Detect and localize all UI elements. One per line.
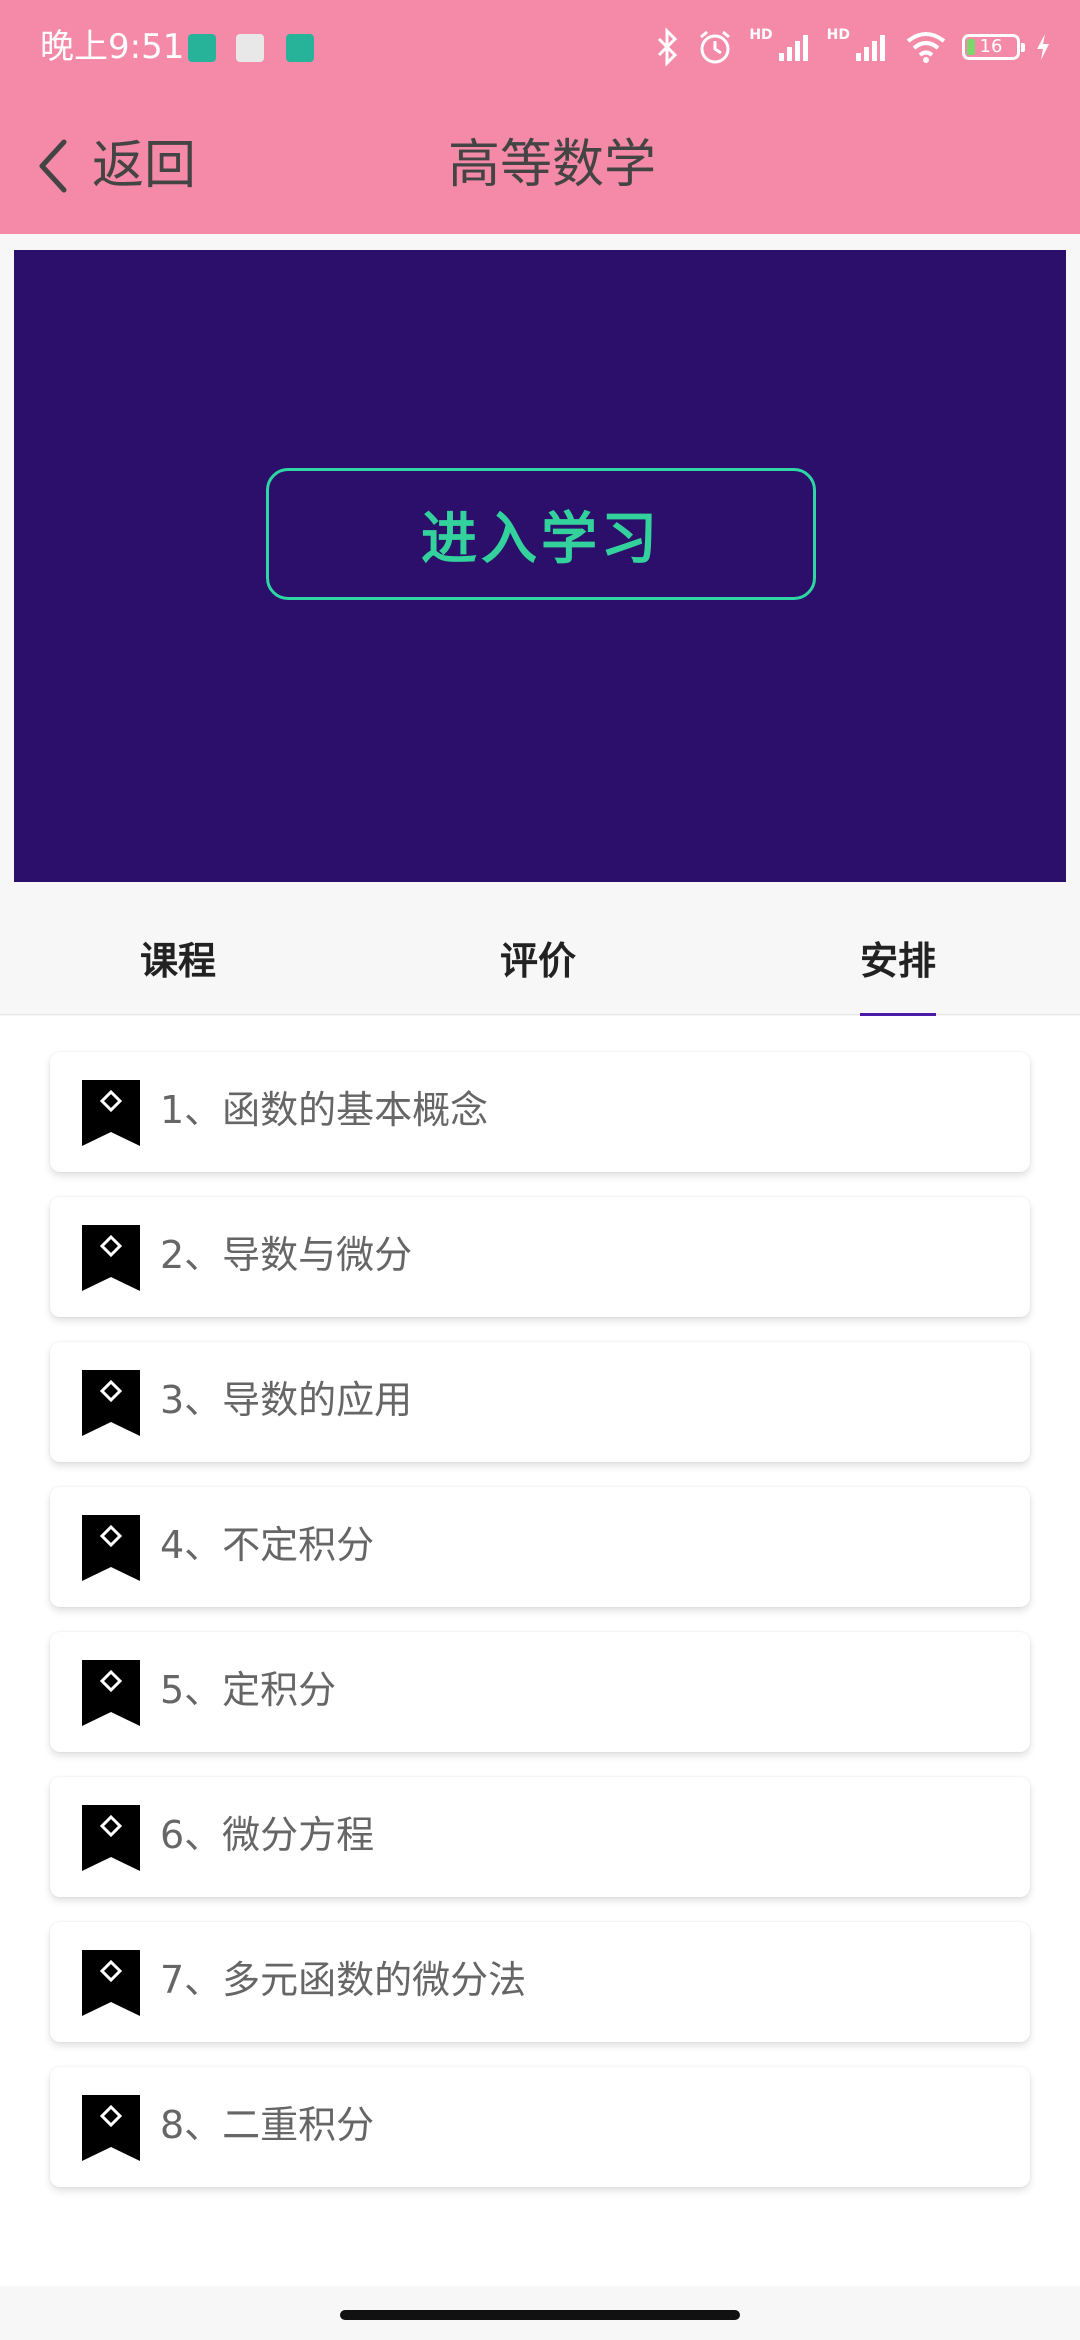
list-item[interactable]: 8、二重积分 bbox=[50, 2067, 1030, 2187]
bookmark-icon bbox=[82, 1805, 140, 1871]
list-item[interactable]: 6、微分方程 bbox=[50, 1777, 1030, 1897]
hd-label: HD bbox=[749, 27, 773, 43]
enter-study-button[interactable]: 进入学习 bbox=[266, 468, 816, 600]
list-item-label: 3、导数的应用 bbox=[160, 1378, 413, 1422]
page-title: 高等数学 bbox=[447, 135, 656, 195]
list-item-label: 7、多元函数的微分法 bbox=[160, 1958, 527, 2002]
bookmark-icon bbox=[82, 1370, 140, 1436]
app-header: 返回 高等数学 bbox=[0, 100, 1080, 234]
list-item[interactable]: 2、导数与微分 bbox=[50, 1197, 1030, 1317]
bookmark-icon bbox=[82, 1660, 140, 1726]
list-item-label: 6、微分方程 bbox=[160, 1813, 375, 1857]
list-item-label: 4、不定积分 bbox=[160, 1523, 375, 1567]
list-item-label: 5、定积分 bbox=[160, 1668, 337, 1712]
list-item[interactable]: 4、不定积分 bbox=[50, 1487, 1030, 1607]
list-item-label: 1、函数的基本概念 bbox=[160, 1088, 489, 1132]
bluetooth-icon bbox=[658, 27, 678, 67]
bookmark-icon bbox=[82, 1080, 140, 1146]
bookmark-icon bbox=[82, 1515, 140, 1581]
battery-level: 16 bbox=[979, 36, 1003, 57]
tab-label: 评价 bbox=[500, 939, 577, 983]
alarm-icon bbox=[700, 30, 731, 64]
charging-icon bbox=[1037, 34, 1049, 60]
list-item-label: 2、导数与微分 bbox=[160, 1233, 413, 1277]
status-icons: HD HD 16 bbox=[655, 22, 1052, 72]
video-panel[interactable]: 进入学习 bbox=[14, 250, 1066, 882]
signal-icon-2 bbox=[856, 35, 885, 61]
bookmark-icon bbox=[82, 2095, 140, 2161]
app-notification-icon-2 bbox=[286, 34, 314, 62]
tab-label: 课程 bbox=[140, 939, 217, 983]
schedule-list: 1、函数的基本概念 2、导数与微分 3、导数的应用 4、不定积分 5、定积分 6… bbox=[0, 1016, 1080, 2286]
bookmark-icon bbox=[82, 1950, 140, 2016]
bookmark-icon bbox=[82, 1225, 140, 1291]
tab-bar: 课程 评价 安排 bbox=[0, 900, 1080, 1019]
list-item[interactable]: 3、导数的应用 bbox=[50, 1342, 1030, 1462]
image-notification-icon bbox=[236, 34, 264, 62]
top-bar: 晚上9:51 HD HD 16 返回 高等数学 bbox=[0, 0, 1080, 234]
list-item[interactable]: 5、定积分 bbox=[50, 1632, 1030, 1752]
list-item-label: 8、二重积分 bbox=[160, 2103, 375, 2147]
tab-courses[interactable]: 课程 bbox=[140, 930, 216, 985]
list-item[interactable]: 1、函数的基本概念 bbox=[50, 1052, 1030, 1172]
app-notification-icon bbox=[188, 34, 216, 62]
wifi-icon bbox=[906, 32, 946, 63]
status-bar: 晚上9:51 HD HD 16 bbox=[0, 0, 1080, 100]
hd-label-2: HD bbox=[826, 27, 850, 43]
battery-icon: 16 bbox=[962, 34, 1025, 60]
home-indicator[interactable] bbox=[340, 2310, 740, 2320]
status-time: 晚上9:51 bbox=[40, 27, 185, 67]
signal-icon bbox=[778, 35, 808, 61]
list-item[interactable]: 7、多元函数的微分法 bbox=[50, 1922, 1030, 2042]
tab-label: 安排 bbox=[860, 939, 937, 983]
tab-reviews[interactable]: 评价 bbox=[500, 930, 576, 985]
tab-schedule[interactable]: 安排 bbox=[860, 930, 937, 1019]
